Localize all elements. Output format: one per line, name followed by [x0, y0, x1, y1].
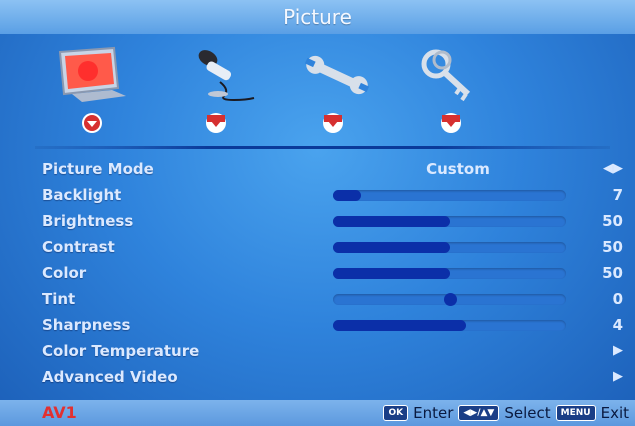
backlight-row[interactable]: Backlight 7: [0, 182, 635, 208]
color-slider[interactable]: [333, 268, 566, 279]
color-temperature-label: Color Temperature: [42, 342, 200, 360]
backlight-slider[interactable]: [333, 190, 566, 201]
input-source-label: AV1: [42, 403, 77, 422]
tab-marker-picture: [79, 110, 105, 136]
picture-mode-label: Picture Mode: [42, 160, 154, 178]
advanced-video-label: Advanced Video: [42, 368, 178, 386]
tab-marker-sound: [203, 110, 229, 136]
left-right-arrows-icon[interactable]: ◀▶: [603, 156, 623, 182]
sharpness-row[interactable]: Sharpness 4: [0, 312, 635, 338]
tint-row[interactable]: Tint 0: [0, 286, 635, 312]
menu-key-badge: MENU: [555, 405, 596, 421]
tab-marker-setup: [320, 110, 346, 136]
backlight-label: Backlight: [42, 186, 122, 204]
color-label: Color: [42, 264, 87, 282]
contrast-row[interactable]: Contrast 50: [0, 234, 635, 260]
navigation-keys-badge: ◀▶/▲▼: [458, 405, 500, 421]
menu-divider: [35, 146, 610, 149]
sharpness-slider[interactable]: [333, 320, 566, 331]
footer-bar: AV1 OK Enter ◀▶/▲▼ Select MENU Exit: [0, 400, 635, 426]
brightness-row[interactable]: Brightness 50: [0, 208, 635, 234]
brightness-slider[interactable]: [333, 216, 566, 227]
brightness-label: Brightness: [42, 212, 134, 230]
tab-marker-lock: [438, 110, 464, 136]
right-arrow-icon[interactable]: ▶: [613, 338, 623, 364]
key-lock-icon[interactable]: [412, 44, 492, 106]
ok-key-badge: OK: [383, 405, 409, 421]
color-value: 50: [602, 264, 623, 282]
tint-value: 0: [612, 290, 623, 308]
contrast-label: Contrast: [42, 238, 115, 256]
backlight-value: 7: [612, 186, 623, 204]
picture-mode-row[interactable]: Picture Mode Custom ◀▶: [0, 156, 635, 182]
advanced-video-row[interactable]: Advanced Video ▶: [0, 364, 635, 390]
backlight-slider-fill: [333, 190, 361, 201]
microphone-sound-icon[interactable]: [180, 44, 260, 106]
contrast-slider-fill: [333, 242, 450, 253]
menu-title: Picture: [0, 0, 635, 34]
tint-label: Tint: [42, 290, 76, 308]
picture-menu-screen: Picture Picture Mode Custom ◀▶ Backlight…: [0, 0, 635, 426]
contrast-value: 50: [602, 238, 623, 256]
sharpness-value: 4: [612, 316, 623, 334]
menu-tab-bar: [0, 34, 635, 149]
sharpness-label: Sharpness: [42, 316, 131, 334]
tint-slider-knob[interactable]: [443, 293, 457, 306]
tv-picture-icon[interactable]: [52, 44, 132, 106]
tint-slider[interactable]: [333, 293, 566, 306]
color-temperature-row[interactable]: Color Temperature ▶: [0, 338, 635, 364]
brightness-value: 50: [602, 212, 623, 230]
select-hint: Select: [504, 404, 551, 422]
color-row[interactable]: Color 50: [0, 260, 635, 286]
wrench-setup-icon[interactable]: [297, 44, 377, 106]
exit-hint: Exit: [600, 404, 629, 422]
picture-mode-value: Custom: [426, 160, 490, 178]
key-hints: OK Enter ◀▶/▲▼ Select MENU Exit: [383, 400, 629, 426]
right-arrow-icon[interactable]: ▶: [613, 364, 623, 390]
enter-hint: Enter: [413, 404, 454, 422]
sharpness-slider-fill: [333, 320, 467, 331]
color-slider-fill: [333, 268, 450, 279]
brightness-slider-fill: [333, 216, 450, 227]
contrast-slider[interactable]: [333, 242, 566, 253]
